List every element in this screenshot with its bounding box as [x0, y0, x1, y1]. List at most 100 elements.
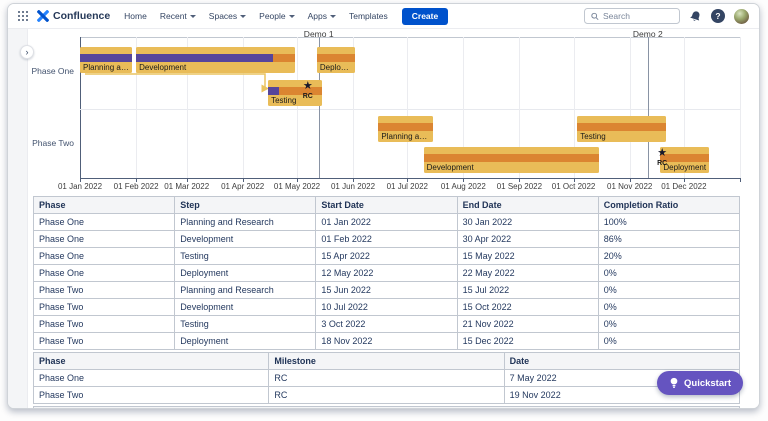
- column-header: Step: [174, 196, 317, 214]
- marker-label: Demo 1: [303, 29, 334, 39]
- table-cell: 0%: [597, 298, 741, 316]
- axis-tick-label: 01 Sep 2022: [496, 182, 543, 191]
- table-cell: Development: [174, 298, 317, 316]
- gantt-bar[interactable]: Deployment: [660, 147, 710, 173]
- notification-icon[interactable]: [689, 10, 702, 23]
- table-cell: 0%: [597, 281, 741, 299]
- chevron-down-icon: [189, 15, 196, 18]
- table-cell: 15 Oct 2022: [456, 298, 599, 316]
- nav-item-people[interactable]: People: [259, 11, 295, 21]
- milestone-label: RC: [657, 160, 668, 167]
- table-cell: Testing: [174, 315, 317, 333]
- confluence-window: Confluence Home Recent Spaces People App…: [7, 3, 760, 409]
- table-cell: Deployment: [174, 264, 317, 282]
- month-gridline: [407, 37, 409, 178]
- table-cell: 10 Jul 2022: [315, 298, 458, 316]
- gantt-bar-label: Testing: [580, 132, 606, 141]
- nav-item-home[interactable]: Home: [124, 11, 147, 21]
- content-area: › 01 Jan 2022 01 Feb 2022 01 Mar 2022 01 Ap…: [8, 29, 759, 408]
- quickstart-button[interactable]: Quickstart: [657, 371, 743, 395]
- column-header: Completion Ratio: [597, 196, 741, 214]
- top-nav: Confluence Home Recent Spaces People App…: [8, 4, 759, 29]
- gantt-bar[interactable]: Development: [136, 47, 296, 73]
- gantt-bar[interactable]: Testing: [268, 80, 323, 106]
- page-body: 01 Jan 2022 01 Feb 2022 01 Mar 2022 01 Apr …: [28, 29, 759, 408]
- nav-item-recent[interactable]: Recent: [160, 11, 196, 21]
- table-row: Phase One Testing 15 Apr 2022 15 May 2022 20…: [32, 247, 741, 265]
- table-cell: 3 Oct 2022: [315, 315, 458, 333]
- milestone-label: RC: [302, 93, 313, 100]
- axis-tick-label: 01 Aug 2022: [440, 182, 486, 191]
- create-button[interactable]: Create: [401, 7, 449, 25]
- table-row: Phase Two Testing 3 Oct 2022 21 Nov 2022 0%: [32, 315, 741, 333]
- chevron-right-icon: ›: [25, 46, 29, 57]
- table-row: Phase One Deployment 12 May 2022 22 May 202…: [32, 264, 741, 282]
- nav-right: ?: [584, 8, 749, 24]
- gantt-bar[interactable]: Development: [423, 147, 599, 173]
- table-cell: 15 Dec 2022: [456, 332, 599, 350]
- gantt-bar-label: Testing: [271, 96, 297, 105]
- column-header: End Date: [456, 196, 599, 214]
- gantt-bar-label: Planning and Research: [381, 132, 432, 141]
- gantt-bar-label: Deployment: [663, 163, 707, 172]
- avatar[interactable]: [734, 8, 749, 24]
- next-table-partial-header: [33, 406, 740, 408]
- milestone-star-icon[interactable]: ★: [303, 81, 313, 92]
- phase-row-separator: [80, 109, 740, 110]
- table-cell: 30 Apr 2022: [456, 230, 599, 248]
- table-cell: 15 Apr 2022: [315, 247, 458, 265]
- table-cell: Phase One: [32, 230, 176, 248]
- chevron-down-icon: [288, 15, 295, 18]
- axis-tick-label: 01 Jul 2022: [386, 182, 428, 191]
- quickstart-label: Quickstart: [684, 377, 731, 389]
- axis-tick-label: 01 Nov 2022: [607, 182, 653, 191]
- table-cell: 18 Nov 2022: [315, 332, 458, 350]
- steps-table: Phase Step Start Date End Date Completion Ra…: [32, 196, 741, 350]
- gantt-bar[interactable]: Planning and Research: [378, 116, 433, 142]
- column-header: Start Date: [315, 196, 458, 214]
- milestone-star-icon[interactable]: ★: [657, 148, 667, 159]
- table-cell: Planning and Research: [174, 281, 317, 299]
- chevron-down-icon: [330, 15, 336, 18]
- table-cell: 15 Jul 2022: [456, 281, 599, 299]
- sidebar-expand-button[interactable]: ›: [20, 45, 34, 59]
- nav-item-spaces[interactable]: Spaces: [209, 11, 247, 21]
- column-header: Milestone: [268, 352, 505, 370]
- table-cell: Phase One: [32, 213, 176, 231]
- table-cell: Phase Two: [32, 332, 176, 350]
- table-row: Phase Two Development 10 Jul 2022 15 Oct 20…: [32, 298, 741, 316]
- table-cell: 15 May 2022: [456, 247, 599, 265]
- column-header: Phase: [32, 196, 176, 214]
- table-cell: 20%: [597, 247, 741, 265]
- gantt-bar-label: Development: [426, 163, 474, 172]
- confluence-logo[interactable]: Confluence: [37, 10, 110, 22]
- marker-line: [647, 37, 649, 178]
- gantt-bar[interactable]: Testing: [577, 116, 666, 142]
- column-header: Phase: [32, 352, 270, 370]
- search-box[interactable]: [584, 8, 680, 24]
- gantt-bar-label: Deployment: [319, 63, 355, 72]
- table-cell: Phase Two: [32, 281, 176, 299]
- month-gridline: [740, 37, 741, 178]
- axis-tick-label: 01 May 2022: [273, 182, 321, 191]
- nav-menu: Home Recent Spaces People Apps Templates: [124, 11, 388, 21]
- logo-text: Confluence: [53, 10, 111, 22]
- table-cell: Testing: [174, 247, 317, 265]
- app-switcher-icon[interactable]: [18, 11, 28, 21]
- gantt-bar[interactable]: Deployment: [316, 47, 355, 73]
- table-cell: 86%: [597, 230, 741, 248]
- table-row: Phase One RC 7 May 2022: [32, 369, 741, 387]
- axis-tick-label: 01 Jan 2022: [57, 182, 103, 191]
- marker-label: Demo 2: [632, 29, 663, 39]
- nav-item-templates[interactable]: Templates: [349, 11, 388, 21]
- x-axis-line: [80, 178, 741, 179]
- table-row: Phase Two RC 19 Nov 2022: [32, 386, 741, 404]
- confluence-logo-icon: [37, 10, 49, 22]
- search-input[interactable]: [603, 11, 673, 21]
- nav-item-apps[interactable]: Apps: [308, 11, 336, 21]
- table-row: Phase One Planning and Research 01 Jan 202…: [32, 213, 741, 231]
- table-cell: 01 Jan 2022: [315, 213, 458, 231]
- help-icon[interactable]: ?: [711, 9, 725, 23]
- table-header-row: Phase Milestone Date: [32, 352, 741, 370]
- gantt-bar[interactable]: Planning and Research: [80, 47, 133, 73]
